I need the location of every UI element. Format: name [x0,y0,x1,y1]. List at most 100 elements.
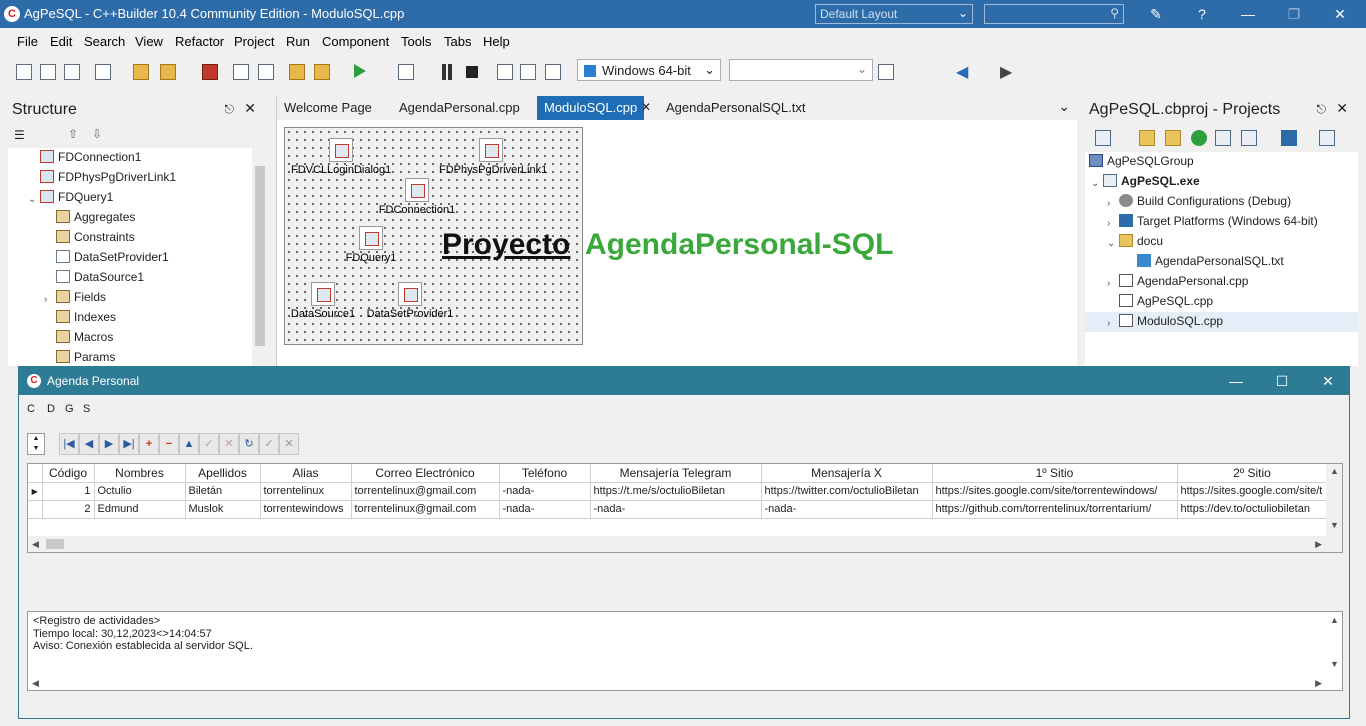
grid-cell[interactable]: torrentelinux@gmail.com [351,500,500,519]
move-down-icon[interactable]: ⇩ [92,127,102,141]
project-item[interactable]: docu [1119,234,1163,254]
pin-icon[interactable]: ⎋ [225,102,235,117]
scroll-down-icon[interactable]: ▼ [1330,658,1339,671]
minimize-button[interactable]: — [1213,371,1259,391]
forward-arrow-icon[interactable]: ▶ [1000,62,1012,82]
config-select[interactable]: ⌄ [729,59,873,81]
structure-scrollbar[interactable] [252,148,268,366]
menu-run[interactable]: Run [286,34,310,49]
run-icon[interactable] [354,64,366,78]
close-button[interactable]: ✕ [1320,4,1360,24]
menu-component[interactable]: Component [322,34,389,49]
compile-icon[interactable] [1241,130,1257,146]
structure-item[interactable]: Macros [56,330,113,350]
column-header[interactable]: Alias [260,464,352,483]
scroll-right-icon[interactable]: ▶ [1315,677,1322,690]
platform-select[interactable]: Windows 64-bit ⌄ [577,59,721,81]
menu-view[interactable]: View [135,34,163,49]
grid-cell[interactable]: torrentelinux@gmail.com [351,482,500,501]
project-item[interactable]: AgPeSQLGroup [1089,154,1194,174]
structure-item[interactable]: Constraints [56,230,135,250]
collapse-icon[interactable]: ☰ [14,128,25,142]
structure-item[interactable]: DataSource1 [56,270,144,290]
log-horizontal-scrollbar[interactable]: ◀ ▶ [28,674,1342,690]
column-header[interactable]: Nombres [94,464,186,483]
expand-arrow-icon[interactable]: › [44,294,47,305]
app-menu-c[interactable]: C [27,403,35,415]
project-item[interactable]: AgendaPersonalSQL.txt [1137,254,1284,274]
menu-search[interactable]: Search [84,34,125,49]
tabs-dropdown-icon[interactable]: ⌄ [1058,98,1070,115]
column-header[interactable]: Mensajería X [761,464,933,483]
new-project-icon[interactable] [1095,130,1111,146]
grid-cell[interactable]: https://dev.to/octuliobiletan [1177,500,1328,519]
layout-select[interactable]: Default Layout ⌄ [815,4,973,24]
grid-cell[interactable]: https://github.com/torrentelinux/torrent… [932,500,1178,519]
structure-item[interactable]: Fields [56,290,106,310]
grid-cell[interactable]: https://t.me/s/octulioBiletan [590,482,762,501]
post-record-icon[interactable]: ✓ [199,433,219,455]
stop-icon[interactable] [466,66,478,78]
build-icon[interactable] [1215,130,1231,146]
close-icon[interactable]: ✕ [244,100,256,117]
minimize-button[interactable]: — [1228,4,1268,24]
move-up-icon[interactable]: ⇧ [68,127,78,141]
grid-cell[interactable]: Muslok [185,500,261,519]
grid-cell[interactable]: 1 [42,482,95,501]
new-file-icon[interactable] [133,64,149,80]
grid-cell[interactable]: https://sites.google.com/site/torrentewi… [932,482,1178,501]
app-menu-d[interactable]: D [47,403,55,415]
structure-item[interactable]: DataSetProvider1 [56,250,169,270]
ide-search-input[interactable]: ⚲ [984,4,1124,24]
collapse-arrow-icon[interactable]: ⌄ [28,194,36,205]
open-project-icon[interactable] [64,64,80,80]
scroll-down-icon[interactable]: ▼ [1330,520,1339,530]
scroll-up-icon[interactable]: ▲ [1330,466,1339,476]
last-record-icon[interactable]: ▶| [119,433,139,455]
grid-cell[interactable]: Octulio [94,482,186,501]
activity-log[interactable]: <Registro de actividades> Tiempo local: … [27,611,1343,691]
scroll-left-icon[interactable]: ◀ [32,677,39,690]
column-header[interactable]: Teléfono [499,464,591,483]
apply-updates-icon[interactable]: ✓ [259,433,279,455]
reopen-icon[interactable] [95,64,111,80]
pin-icon[interactable]: ⎋ [1317,102,1327,117]
run-without-debug-icon[interactable] [398,64,414,80]
structure-item[interactable]: FDQuery1 [40,190,113,210]
component-datasetprovider[interactable]: DataSetProvider1 [365,282,455,320]
insert-record-icon[interactable]: + [139,433,159,455]
close-tab-icon[interactable]: ✕ [641,100,651,114]
table-row[interactable]: ▶ 1 Octulio Biletán torrentelinux torren… [28,482,1328,501]
project-item[interactable]: ModuloSQL.cpp [1119,314,1223,334]
refresh-icon[interactable]: ↻ [239,433,259,455]
user-icon[interactable]: ✎ [1136,4,1176,24]
scroll-right-icon[interactable]: ▶ [1315,539,1322,550]
scrollbar-thumb[interactable] [255,166,265,346]
row-spin-button[interactable]: ▲ ▼ [27,433,45,455]
close-button[interactable]: ✕ [1305,371,1351,391]
help-button[interactable]: ? [1182,4,1222,24]
grid-horizontal-scrollbar[interactable]: ◀ ▶ [28,536,1342,552]
contacts-grid[interactable]: Código Nombres Apellidos Alias Correo El… [27,463,1343,553]
tab-welcome-page[interactable]: Welcome Page [277,96,379,120]
column-header[interactable]: Correo Electrónico [351,464,500,483]
menu-tools[interactable]: Tools [401,34,431,49]
run-to-cursor-icon[interactable] [545,64,561,80]
structure-item[interactable]: FDConnection1 [40,150,141,170]
expand-arrow-icon[interactable]: › [1107,318,1110,329]
project-item[interactable]: AgendaPersonal.cpp [1119,274,1248,294]
device-icon[interactable] [878,64,894,80]
menu-edit[interactable]: Edit [50,34,72,49]
component-pg-driver[interactable]: FDPhysPgDriverLink1 [439,138,547,176]
structure-item[interactable]: Aggregates [56,210,135,230]
collapse-arrow-icon[interactable]: ⌄ [1091,178,1099,189]
save-as-icon[interactable] [258,64,274,80]
component-login-dialog[interactable]: FDVCLLoginDialog1 [291,138,391,176]
column-header[interactable]: Código [42,464,95,483]
structure-item[interactable]: Indexes [56,310,116,330]
restore-button[interactable]: ❐ [1274,4,1314,24]
grid-cell[interactable]: -nada- [499,482,591,501]
menu-help[interactable]: Help [483,34,510,49]
component-datasource[interactable]: DataSource1 [289,282,357,320]
close-icon[interactable]: ✕ [1336,100,1348,117]
